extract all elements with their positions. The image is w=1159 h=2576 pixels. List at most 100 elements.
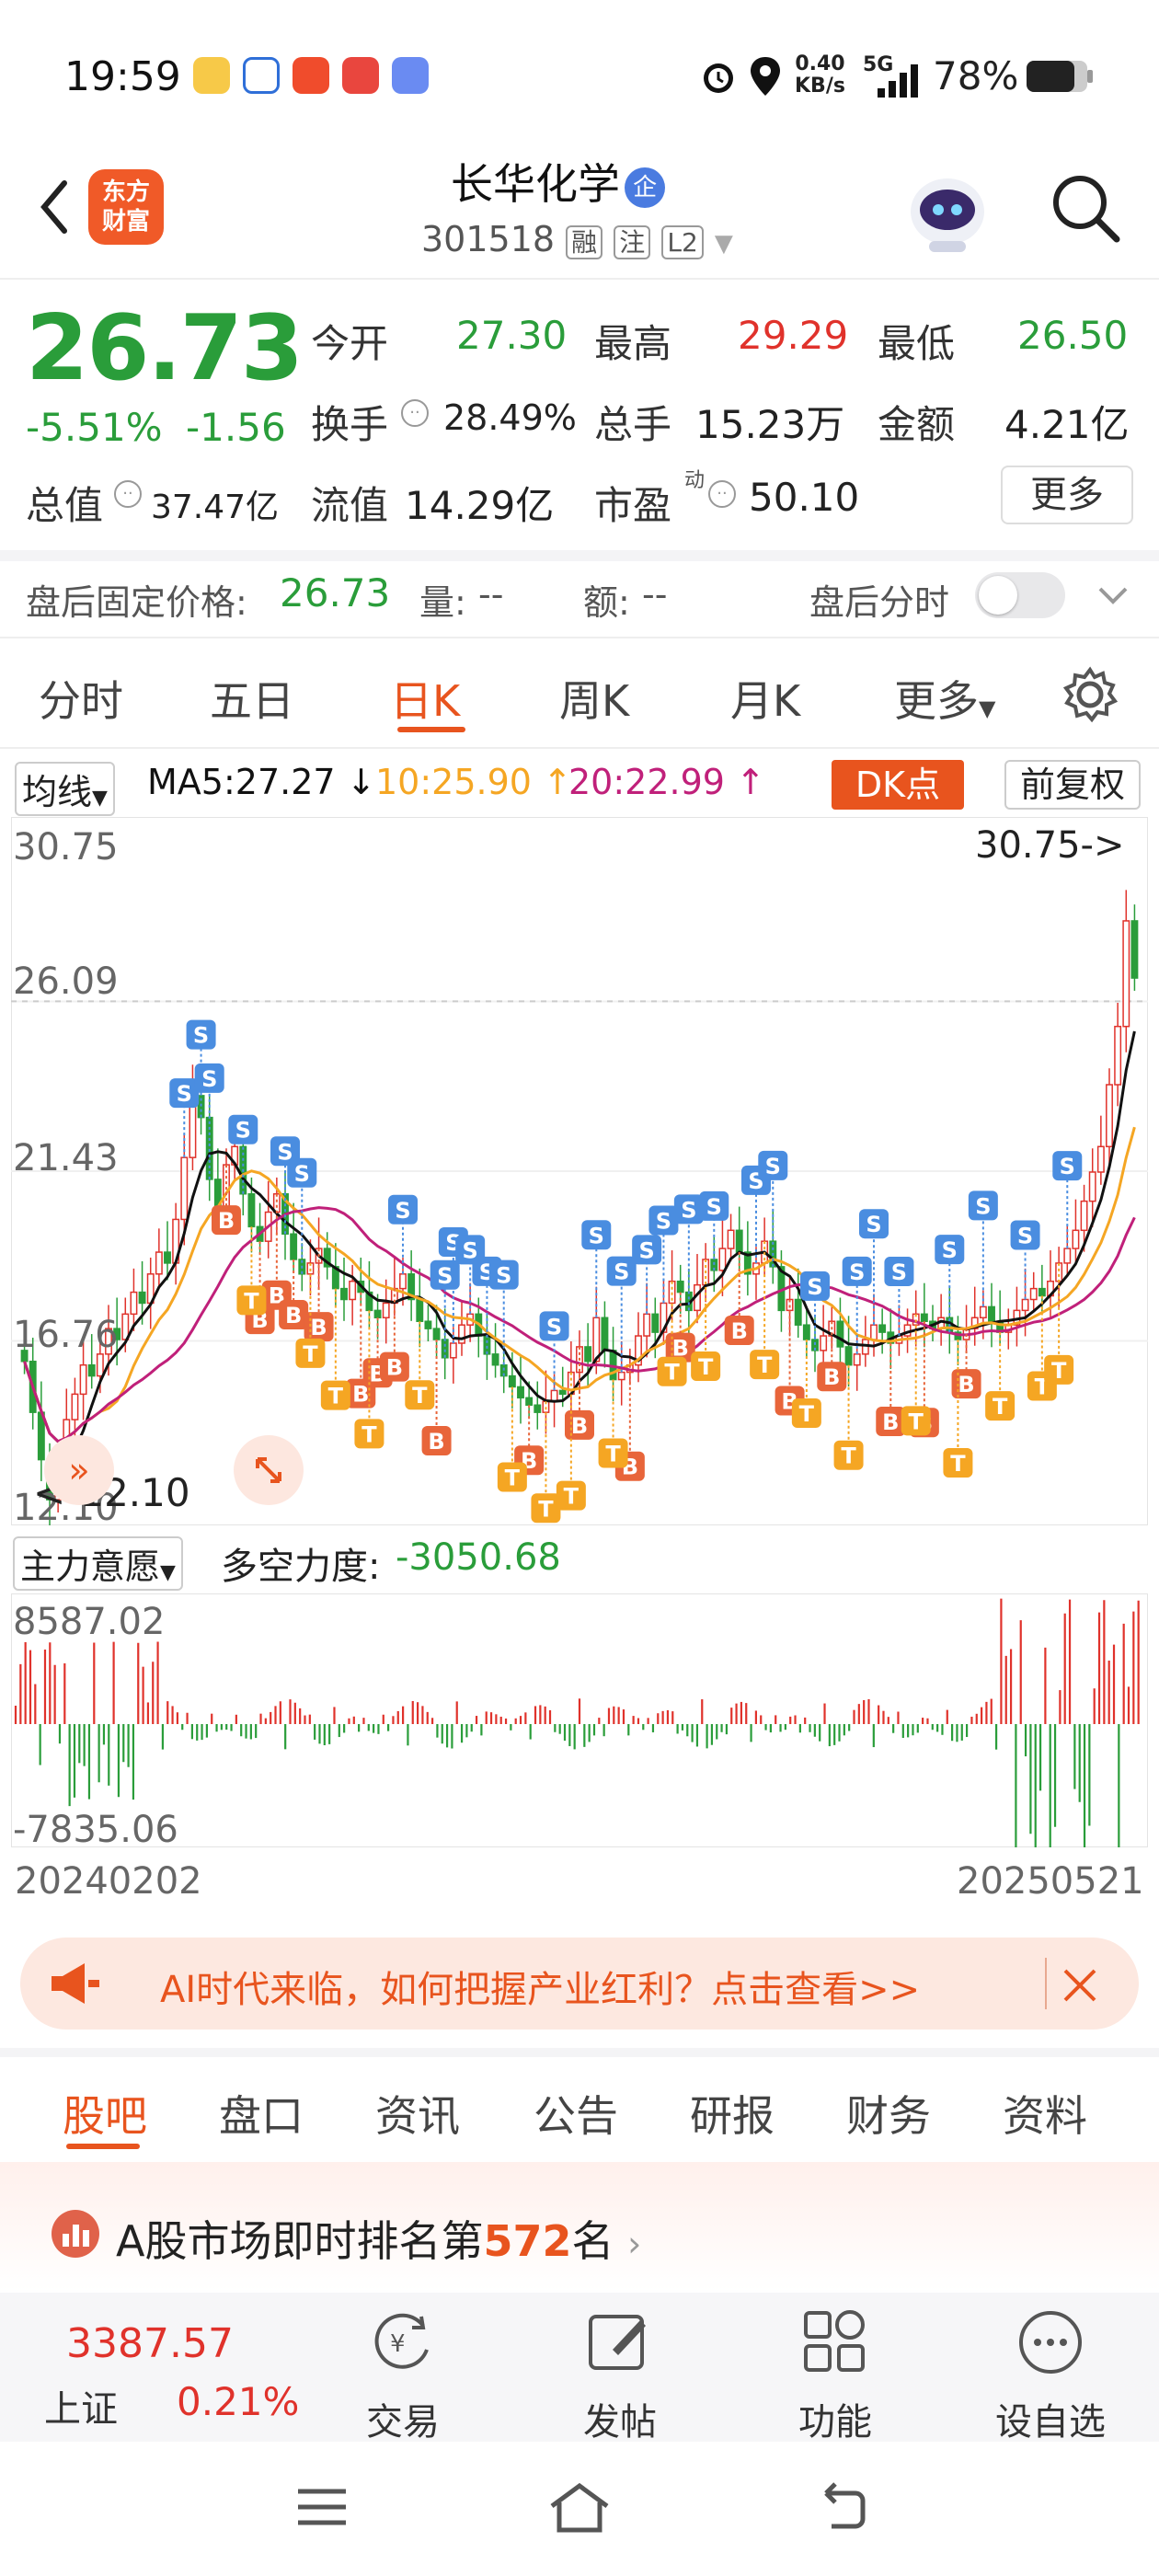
candle-body	[180, 1156, 189, 1221]
dropdown-icon[interactable]: ▼	[715, 230, 733, 258]
tab-intraday[interactable]: 分时	[39, 668, 123, 729]
candle-body	[87, 1363, 96, 1377]
candle-body	[517, 1386, 524, 1399]
tag-margin: 融	[566, 225, 603, 259]
candle-body	[558, 1389, 567, 1396]
chevron-down-icon[interactable]	[1095, 581, 1131, 609]
candle-body	[1063, 1248, 1072, 1264]
back-icon[interactable]	[28, 170, 83, 244]
tab-five-day[interactable]: 五日	[210, 668, 294, 729]
tab-weekly-k[interactable]: 周K	[559, 668, 629, 729]
stock-name: 长华化学	[451, 159, 620, 209]
candle-body	[735, 1229, 743, 1253]
nav-functions[interactable]: 功能	[762, 2392, 909, 2445]
alarm-icon	[704, 63, 733, 93]
status-time: 19:59	[64, 53, 181, 100]
signal-label: T	[950, 1451, 966, 1477]
signal-label: B	[285, 1303, 302, 1328]
signal-label: B	[958, 1372, 974, 1397]
kline-chart[interactable]: SSSSSSSSS SS SSSSSS S SSSSSSSSSSSBBBB BBB BBBB…	[11, 817, 1148, 1525]
info-icon[interactable]: ··	[708, 480, 736, 508]
apps-icon[interactable]	[800, 2307, 870, 2377]
tab-daily-k[interactable]: 日K	[390, 668, 460, 729]
candle-body	[643, 1313, 651, 1337]
sub-indicator-label: 多空力度:	[221, 1546, 381, 1588]
candle-body	[155, 1251, 163, 1275]
candle-body	[718, 1248, 727, 1271]
gear-icon[interactable]	[1060, 664, 1120, 725]
sub-indicator-select[interactable]: 主力意愿▼	[13, 1536, 183, 1591]
sub-max-label: 8587.02	[13, 1601, 166, 1643]
signal-label: B	[218, 1208, 235, 1234]
pe-superscript: 动	[684, 469, 706, 492]
candle-body	[1021, 1298, 1029, 1312]
mktcap-label: 总值	[26, 483, 104, 528]
ad-text[interactable]: AI时代来临，如何把握产业红利？点击查看>>	[160, 1960, 920, 2013]
dk-button[interactable]: DK点	[832, 760, 964, 810]
index-value[interactable]: 3387.57	[66, 2320, 234, 2367]
tab-pankou[interactable]: 盘口	[219, 2083, 304, 2144]
ma-select[interactable]: 均线▼	[15, 762, 115, 816]
close-icon[interactable]	[1060, 1965, 1100, 2006]
info-icon[interactable]: ··	[114, 480, 142, 508]
change-abs: -1.56	[186, 405, 286, 450]
sub-indicator-chart[interactable]	[11, 1593, 1148, 1847]
fullscreen-button[interactable]	[234, 1435, 304, 1505]
candle-body	[601, 1317, 609, 1351]
info-icon[interactable]: ··	[401, 399, 429, 427]
candle-body	[1038, 1287, 1046, 1297]
index-change[interactable]: 0.21%	[177, 2379, 299, 2424]
candle-body	[878, 1324, 887, 1333]
candle-body	[870, 1324, 878, 1340]
trade-icon[interactable]: ¥	[366, 2307, 440, 2377]
candle-body	[676, 1280, 684, 1294]
candle-body	[138, 1291, 146, 1305]
robot-avatar-icon[interactable]	[901, 164, 993, 256]
enterprise-badge: 企	[625, 167, 666, 208]
tab-monthly-k[interactable]: 月K	[730, 668, 800, 729]
divider	[0, 550, 1159, 561]
rank-text[interactable]: A股市场即时排名第572名 ›	[116, 2208, 641, 2269]
y-label-2: 26.09	[13, 960, 119, 1003]
tab-news[interactable]: 资讯	[375, 2083, 460, 2144]
back-nav-icon[interactable]	[809, 2482, 868, 2534]
stock-code-row[interactable]: 301518 融 注 L2 ▼	[421, 219, 733, 259]
candle-body	[836, 1320, 844, 1348]
candle-body	[802, 1324, 810, 1340]
mktcap-value: 37.47亿	[151, 489, 280, 526]
app-logo[interactable]: 东方 财富	[88, 169, 164, 245]
signal-label: S	[1060, 1154, 1075, 1179]
app-icon-2	[243, 57, 280, 94]
more-circle-icon[interactable]	[1014, 2306, 1087, 2379]
tab-announcements[interactable]: 公告	[534, 2083, 618, 2144]
post-icon[interactable]	[585, 2307, 655, 2377]
signal-label: T	[303, 1341, 318, 1367]
candle-body	[979, 1305, 987, 1319]
candle-body	[550, 1389, 558, 1403]
signal-label: T	[244, 1288, 259, 1314]
signal-label: S	[807, 1274, 822, 1300]
tab-profile[interactable]: 资料	[1003, 2083, 1087, 2144]
search-icon[interactable]	[1045, 167, 1124, 247]
tab-research[interactable]: 研报	[690, 2083, 775, 2144]
float-label: 流值	[311, 483, 389, 528]
stock-title[interactable]: 长华化学 企	[451, 151, 666, 212]
nav-add-watchlist[interactable]: 设自选	[977, 2392, 1124, 2445]
tab-finance[interactable]: 财务	[846, 2083, 931, 2144]
home-icon[interactable]	[546, 2480, 613, 2536]
more-button[interactable]: 更多	[1001, 466, 1133, 524]
signal-label: T	[564, 1484, 580, 1510]
after-hours-toggle[interactable]	[975, 572, 1065, 618]
candle-body	[340, 1287, 348, 1301]
tab-more[interactable]: 更多▼	[894, 668, 995, 729]
expand-left-button[interactable]: »	[44, 1435, 114, 1505]
divider	[0, 747, 1159, 749]
adjust-button[interactable]: 前复权	[1004, 760, 1141, 810]
tab-guba[interactable]: 股吧	[63, 2083, 147, 2144]
signal-label: T	[361, 1421, 377, 1447]
menu-icon[interactable]	[294, 2484, 350, 2530]
candle-body	[424, 1320, 432, 1329]
nav-trade[interactable]: 交易	[329, 2392, 476, 2445]
nav-post[interactable]: 发帖	[546, 2392, 694, 2445]
index-name[interactable]: 上证	[44, 2379, 118, 2432]
